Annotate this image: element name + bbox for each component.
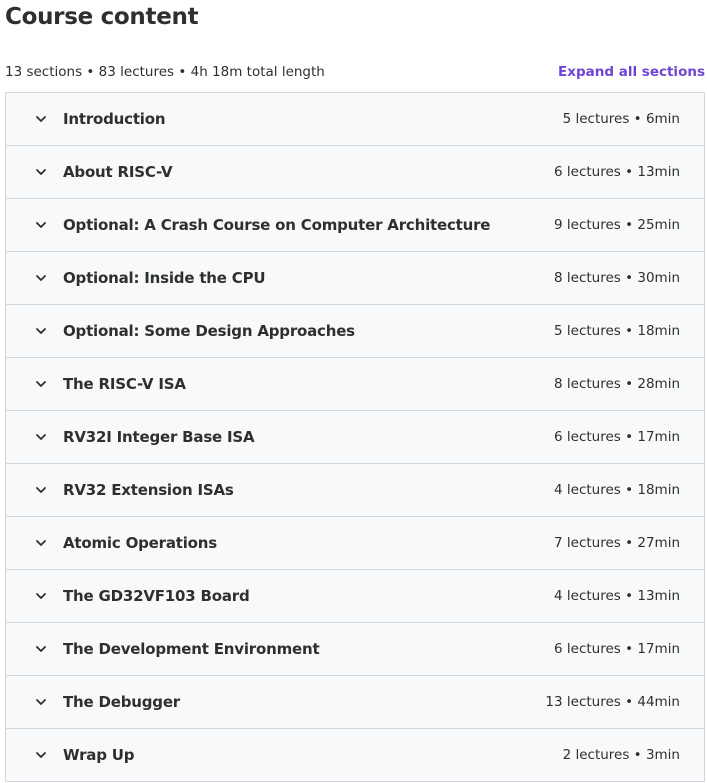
chevron-down-icon[interactable] <box>34 642 48 656</box>
section-meta: 7 lectures • 27min <box>554 535 680 551</box>
section-header-4[interactable]: Optional: Inside the CPU 8 lectures • 30… <box>6 251 704 304</box>
section-header-13[interactable]: Wrap Up 2 lectures • 3min <box>6 728 704 781</box>
chevron-down-icon[interactable] <box>34 271 48 285</box>
section-title: Optional: Inside the CPU <box>63 269 266 287</box>
chevron-down-icon[interactable] <box>34 218 48 232</box>
section-header-7[interactable]: RV32I Integer Base ISA 6 lectures • 17mi… <box>6 410 704 463</box>
section-title: RV32 Extension ISAs <box>63 481 234 499</box>
course-summary: 13 sections • 83 lectures • 4h 18m total… <box>5 64 325 80</box>
section-header-9[interactable]: Atomic Operations 7 lectures • 27min <box>6 516 704 569</box>
section-header-2[interactable]: About RISC-V 6 lectures • 13min <box>6 145 704 198</box>
expand-all-sections-button[interactable]: Expand all sections <box>558 64 705 80</box>
section-title: Optional: Some Design Approaches <box>63 322 355 340</box>
section-meta: 13 lectures • 44min <box>545 694 680 710</box>
chevron-down-icon[interactable] <box>34 430 48 444</box>
course-meta-row: 13 sections • 83 lectures • 4h 18m total… <box>5 62 705 82</box>
section-header-3[interactable]: Optional: A Crash Course on Computer Arc… <box>6 198 704 251</box>
section-meta: 8 lectures • 28min <box>554 376 680 392</box>
section-title: About RISC-V <box>63 163 173 181</box>
section-title: The Development Environment <box>63 640 320 658</box>
sections-list: Introduction 5 lectures • 6min About RIS… <box>5 92 705 782</box>
chevron-down-icon[interactable] <box>34 377 48 391</box>
section-title: RV32I Integer Base ISA <box>63 428 255 446</box>
chevron-down-icon[interactable] <box>34 324 48 338</box>
section-header-1[interactable]: Introduction 5 lectures • 6min <box>6 93 704 145</box>
section-title: The RISC-V ISA <box>63 375 186 393</box>
section-header-12[interactable]: The Debugger 13 lectures • 44min <box>6 675 704 728</box>
chevron-down-icon[interactable] <box>34 695 48 709</box>
section-meta: 9 lectures • 25min <box>554 217 680 233</box>
section-meta: 5 lectures • 6min <box>562 111 680 127</box>
section-title: Introduction <box>63 110 166 128</box>
section-title: Atomic Operations <box>63 534 217 552</box>
section-header-11[interactable]: The Development Environment 6 lectures •… <box>6 622 704 675</box>
chevron-down-icon[interactable] <box>34 748 48 762</box>
section-header-6[interactable]: The RISC-V ISA 8 lectures • 28min <box>6 357 704 410</box>
section-title: The Debugger <box>63 693 180 711</box>
section-meta: 8 lectures • 30min <box>554 270 680 286</box>
section-title: The GD32VF103 Board <box>63 587 250 605</box>
chevron-down-icon[interactable] <box>34 536 48 550</box>
page-title: Course content <box>5 4 199 30</box>
section-meta: 6 lectures • 13min <box>554 164 680 180</box>
chevron-down-icon[interactable] <box>34 112 48 126</box>
chevron-down-icon[interactable] <box>34 483 48 497</box>
section-meta: 4 lectures • 18min <box>554 482 680 498</box>
section-header-10[interactable]: The GD32VF103 Board 4 lectures • 13min <box>6 569 704 622</box>
section-header-8[interactable]: RV32 Extension ISAs 4 lectures • 18min <box>6 463 704 516</box>
section-header-5[interactable]: Optional: Some Design Approaches 5 lectu… <box>6 304 704 357</box>
chevron-down-icon[interactable] <box>34 165 48 179</box>
section-meta: 2 lectures • 3min <box>562 747 680 763</box>
section-meta: 5 lectures • 18min <box>554 323 680 339</box>
section-title: Optional: A Crash Course on Computer Arc… <box>63 216 491 234</box>
chevron-down-icon[interactable] <box>34 589 48 603</box>
section-meta: 6 lectures • 17min <box>554 641 680 657</box>
section-meta: 6 lectures • 17min <box>554 429 680 445</box>
section-title: Wrap Up <box>63 746 135 764</box>
section-meta: 4 lectures • 13min <box>554 588 680 604</box>
